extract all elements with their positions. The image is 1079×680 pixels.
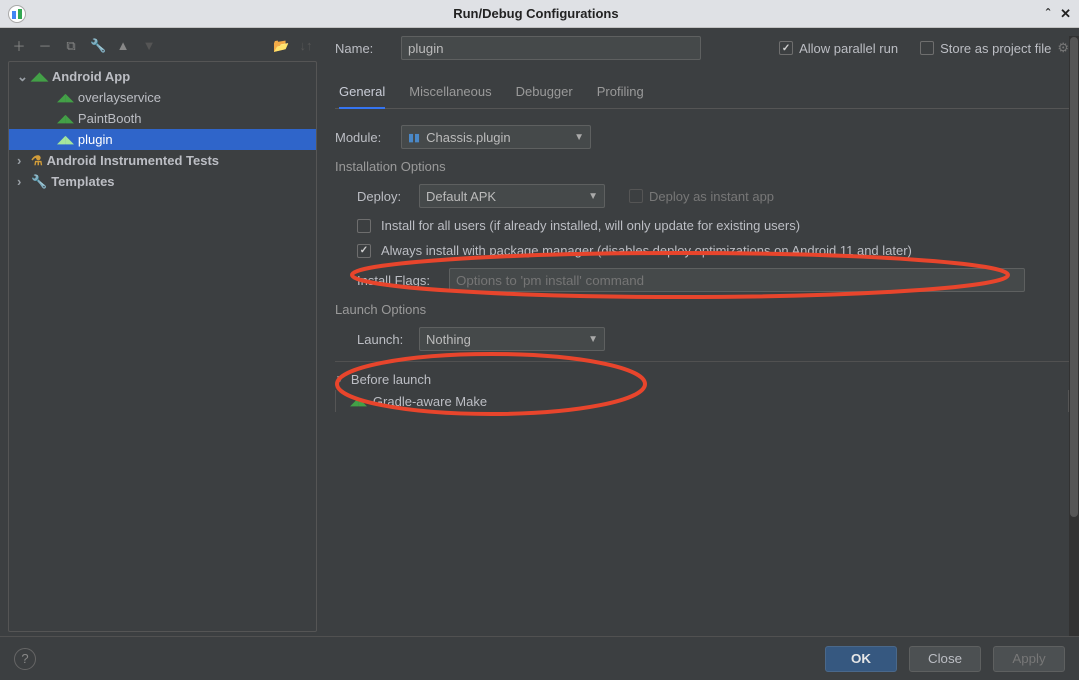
window-close-icon[interactable]: ✕ [1060, 6, 1071, 22]
module-select[interactable]: ▮▮ Chassis.plugin ▼ [401, 125, 591, 149]
ok-button[interactable]: OK [825, 646, 897, 672]
app-icon [8, 5, 26, 23]
config-name-input[interactable] [401, 36, 701, 60]
chevron-down-icon: ▼ [588, 334, 598, 345]
module-folder-icon: ▮▮ [408, 131, 420, 144]
checkbox-icon [357, 244, 371, 258]
folder-icon[interactable]: 📂 [273, 38, 287, 54]
window-titlebar: Run/Debug Configurations ˆ ✕ [0, 0, 1079, 28]
launch-label: Launch: [357, 332, 409, 347]
wrench-icon: 🔧 [31, 174, 47, 190]
name-label: Name: [335, 41, 385, 56]
launch-options-header: Launch Options [335, 302, 1069, 317]
window-title: Run/Debug Configurations [26, 6, 1046, 21]
close-button[interactable]: Close [909, 646, 981, 672]
tab-miscellaneous[interactable]: Miscellaneous [409, 78, 491, 108]
up-icon[interactable]: ▲ [116, 38, 130, 53]
tab-debugger[interactable]: Debugger [516, 78, 573, 108]
chevron-down-icon: ▼ [574, 132, 584, 143]
install-all-users-checkbox[interactable]: Install for all users (if already instal… [357, 218, 1069, 233]
checkbox-icon [629, 189, 643, 203]
android-icon: ◢◣ [57, 91, 74, 104]
apply-button[interactable]: Apply [993, 646, 1065, 672]
chevron-down-icon: ▼ [335, 374, 345, 385]
before-launch-toggle[interactable]: ▼ Before launch [335, 368, 1069, 390]
tree-item-plugin[interactable]: ◢◣ plugin [9, 129, 316, 150]
checkbox-icon [779, 41, 793, 55]
down-icon[interactable]: ▼ [142, 38, 156, 53]
tree-root-instrumented[interactable]: › ⚗ Android Instrumented Tests [9, 150, 316, 171]
launch-select[interactable]: Nothing ▼ [419, 327, 605, 351]
android-icon: ◢◣ [57, 133, 74, 146]
config-tree[interactable]: ⌄ ◢◣ Android App ◢◣ overlayservice ◢◣ Pa… [8, 61, 317, 632]
module-label: Module: [335, 130, 391, 145]
scrollbar[interactable] [1069, 36, 1079, 636]
android-icon: ◢◣ [57, 112, 74, 125]
config-editor: Name: Allow parallel run Store as projec… [325, 28, 1079, 636]
deploy-instant-checkbox[interactable]: Deploy as instant app [629, 189, 774, 204]
android-icon: ◢◣ [350, 395, 367, 408]
tree-root-templates[interactable]: › 🔧 Templates [9, 171, 316, 192]
tab-profiling[interactable]: Profiling [597, 78, 644, 108]
add-icon[interactable]: ＋ [12, 36, 26, 55]
wrench-icon[interactable]: 🔧 [90, 38, 104, 54]
tab-general[interactable]: General [339, 78, 385, 109]
flask-icon: ⚗ [31, 153, 43, 169]
configurations-panel: ＋ － ⧉ 🔧 ▲ ▼ 📂 ↓↑ ⌄ ◢◣ Android App ◢◣ ove… [0, 28, 325, 636]
copy-icon[interactable]: ⧉ [64, 38, 78, 54]
always-package-manager-checkbox[interactable]: Always install with package manager (dis… [357, 243, 1069, 258]
installation-options-header: Installation Options [335, 159, 1069, 174]
tree-root-android-app[interactable]: ⌄ ◢◣ Android App [9, 66, 316, 87]
deploy-select[interactable]: Default APK ▼ [419, 184, 605, 208]
tab-bar: General Miscellaneous Debugger Profiling [335, 78, 1069, 109]
allow-parallel-checkbox[interactable]: Allow parallel run [779, 41, 898, 56]
sort-icon[interactable]: ↓↑ [299, 38, 313, 53]
before-launch-item[interactable]: ◢◣ Gradle-aware Make [335, 390, 1069, 412]
install-flags-label: Install Flags: [357, 273, 439, 288]
dialog-button-bar: ? OK Close Apply [0, 636, 1079, 680]
tree-item-paintbooth[interactable]: ◢◣ PaintBooth [9, 108, 316, 129]
checkbox-icon [357, 219, 371, 233]
checkbox-icon [920, 41, 934, 55]
deploy-label: Deploy: [357, 189, 409, 204]
tree-item-overlayservice[interactable]: ◢◣ overlayservice [9, 87, 316, 108]
config-toolbar: ＋ － ⧉ 🔧 ▲ ▼ 📂 ↓↑ [8, 36, 317, 61]
android-icon: ◢◣ [31, 70, 48, 83]
help-button[interactable]: ? [14, 648, 36, 670]
store-as-project-checkbox[interactable]: Store as project file ⚙ [920, 40, 1069, 56]
gear-icon[interactable]: ⚙ [1057, 40, 1069, 56]
remove-icon[interactable]: － [38, 36, 52, 55]
window-minimize-icon[interactable]: ˆ [1046, 6, 1050, 22]
install-flags-input[interactable] [449, 268, 1025, 292]
chevron-down-icon: ▼ [588, 191, 598, 202]
